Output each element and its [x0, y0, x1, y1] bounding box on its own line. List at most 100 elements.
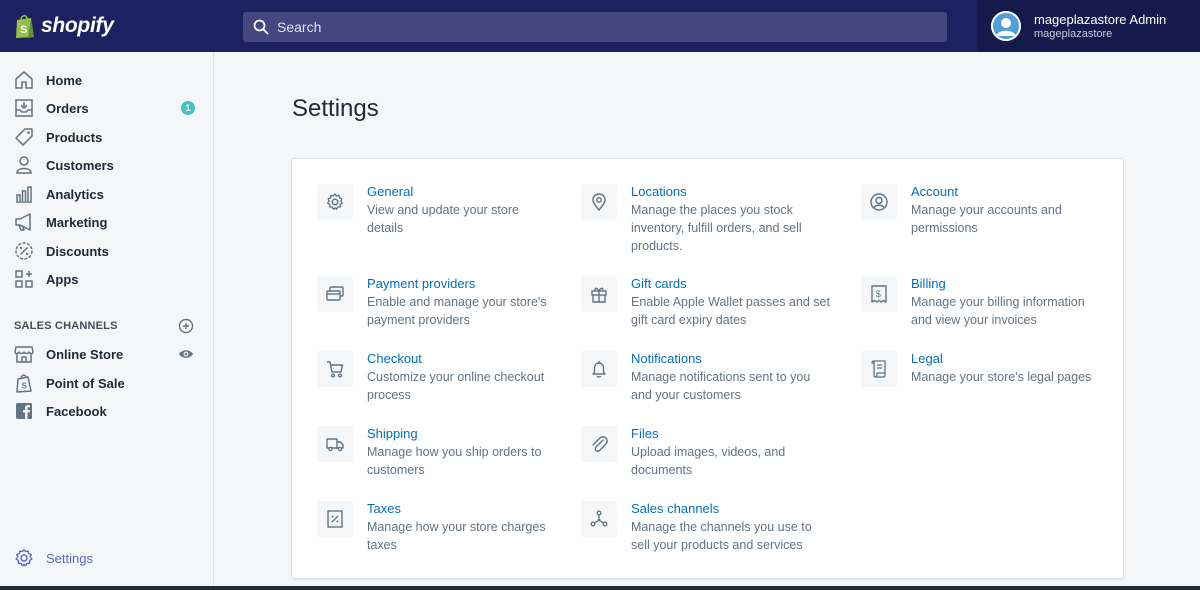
page-title: Settings	[292, 95, 379, 122]
pos-icon: S	[14, 373, 34, 393]
user-avatar-icon	[991, 11, 1021, 41]
sidebar-item-label: Customers	[46, 157, 114, 173]
setting-general[interactable]: General View and update your store detail…	[317, 184, 557, 237]
sidebar-item-label: Home	[46, 72, 83, 88]
channels-icon	[590, 510, 608, 527]
gear-icon	[326, 193, 344, 210]
megaphone-icon	[14, 212, 34, 232]
svg-text:S: S	[20, 24, 27, 36]
setting-locations[interactable]: Locations Manage the places you stock inv…	[581, 184, 831, 255]
sidebar-item-label: Orders	[46, 100, 89, 116]
orders-icon	[14, 98, 34, 118]
setting-description: Enable Apple Wallet passes and set gift …	[631, 295, 830, 327]
logo[interactable]: S shopify	[0, 0, 214, 52]
sidebar-item-customers[interactable]: Customers	[0, 151, 214, 179]
setting-sales-channels[interactable]: Sales channels Manage the channels you us…	[581, 501, 831, 554]
cart-icon	[327, 361, 344, 378]
svg-text:$: $	[876, 289, 881, 299]
setting-notifications[interactable]: Notifications Manage notifications sent t…	[581, 351, 831, 404]
sidebar-item-label: Online Store	[46, 346, 124, 362]
setting-description: Manage notifications sent to you and you…	[631, 370, 811, 402]
setting-shipping[interactable]: Shipping Manage how you ship orders to cu…	[317, 426, 557, 479]
setting-description: Customize your online checkout process	[367, 370, 545, 402]
legal-icon	[871, 360, 886, 378]
window-bottom-edge	[0, 586, 1200, 590]
setting-title: Taxes	[367, 501, 401, 516]
sales-channels-heading: SALES CHANNELS	[14, 320, 118, 332]
add-circle-icon[interactable]	[178, 318, 194, 334]
setting-checkout[interactable]: Checkout Customize your online checkout p…	[317, 351, 557, 404]
tax-icon	[327, 510, 343, 528]
setting-taxes[interactable]: Taxes Manage how your store charges taxes	[317, 501, 557, 554]
sidebar-item-point-of-sale[interactable]: S Point of Sale	[0, 369, 214, 397]
setting-gift-cards[interactable]: Gift cards Enable Apple Wallet passes and…	[581, 276, 831, 329]
shopify-bag-icon: S	[16, 14, 34, 38]
sidebar-item-label: Settings	[46, 550, 93, 566]
svg-text:S: S	[22, 382, 28, 391]
search-bar[interactable]	[243, 12, 947, 42]
settings-card: General View and update your store detail…	[291, 158, 1124, 579]
setting-title: Legal	[911, 351, 943, 366]
discount-icon	[14, 241, 34, 261]
tag-icon	[14, 127, 34, 147]
setting-title: Shipping	[367, 426, 418, 441]
setting-description: Manage how your store charges taxes	[367, 520, 546, 552]
setting-title: Payment providers	[367, 276, 476, 291]
sidebar-item-products[interactable]: Products	[0, 123, 214, 151]
home-icon	[14, 70, 34, 90]
search-icon	[253, 19, 269, 35]
facebook-icon	[14, 401, 34, 421]
sidebar-item-home[interactable]: Home	[0, 66, 214, 94]
sidebar-item-analytics[interactable]: Analytics	[0, 180, 214, 208]
sidebar-item-discounts[interactable]: Discounts	[0, 237, 214, 265]
store-icon	[14, 344, 34, 364]
bar-chart-icon	[14, 184, 34, 204]
sidebar-item-label: Analytics	[46, 186, 104, 202]
sidebar-item-label: Facebook	[46, 403, 107, 419]
sidebar-item-label: Marketing	[46, 214, 108, 230]
paperclip-icon	[592, 436, 608, 452]
setting-description: Enable and manage your store's payment p…	[367, 295, 547, 327]
setting-title: Checkout	[367, 351, 422, 366]
top-bar: S shopify mageplazastore Admin mageplaza…	[0, 0, 1200, 52]
sidebar-item-settings[interactable]: Settings	[0, 544, 214, 572]
setting-description: Manage how you ship orders to customers	[367, 445, 542, 477]
sidebar-item-apps[interactable]: Apps	[0, 265, 214, 293]
sidebar-item-marketing[interactable]: Marketing	[0, 208, 214, 236]
setting-description: View and update your store details	[367, 203, 519, 235]
location-icon	[592, 193, 606, 212]
setting-description: Upload images, videos, and documents	[631, 445, 786, 477]
sidebar-item-facebook[interactable]: Facebook	[0, 397, 214, 425]
main-content: Settings General View and update your sto…	[214, 52, 1200, 590]
user-store: mageplazastore	[1034, 28, 1113, 40]
setting-billing[interactable]: $ Billing Manage your billing information…	[861, 276, 1106, 329]
sidebar-item-label: Point of Sale	[46, 375, 125, 391]
setting-description: Manage your billing information and view…	[911, 295, 1085, 327]
sidebar-item-label: Products	[46, 129, 103, 145]
sidebar-item-orders[interactable]: Orders 1	[0, 94, 214, 122]
billing-icon: $	[871, 285, 887, 303]
avatar	[991, 11, 1021, 41]
setting-description: Manage the places you stock inventory, f…	[631, 203, 802, 253]
sidebar-item-label: Discounts	[46, 243, 109, 259]
setting-title: General	[367, 184, 414, 199]
sidebar: Home Orders 1 Products Customers Analyti…	[0, 52, 214, 590]
orders-count-badge: 1	[181, 101, 195, 115]
setting-legal[interactable]: Legal Manage your store's legal pages	[861, 351, 1106, 387]
user-menu[interactable]: mageplazastore Admin mageplazastore	[977, 0, 1200, 52]
payment-icon	[326, 286, 344, 301]
sidebar-item-label: Apps	[46, 271, 79, 287]
person-icon	[14, 155, 34, 175]
bell-icon	[592, 361, 606, 378]
setting-payment-providers[interactable]: Payment providers Enable and manage your …	[317, 276, 557, 329]
setting-account[interactable]: Account Manage your accounts and permissi…	[861, 184, 1101, 237]
eye-icon[interactable]	[178, 346, 194, 362]
setting-title: Billing	[911, 276, 946, 291]
setting-title: Gift cards	[631, 276, 687, 291]
setting-files[interactable]: Files Upload images, videos, and document…	[581, 426, 831, 479]
user-name: mageplazastore Admin	[1034, 12, 1167, 27]
setting-title: Sales channels	[631, 501, 720, 516]
setting-title: Locations	[631, 184, 687, 199]
setting-title: Account	[911, 184, 958, 199]
search-input[interactable]	[277, 19, 877, 35]
